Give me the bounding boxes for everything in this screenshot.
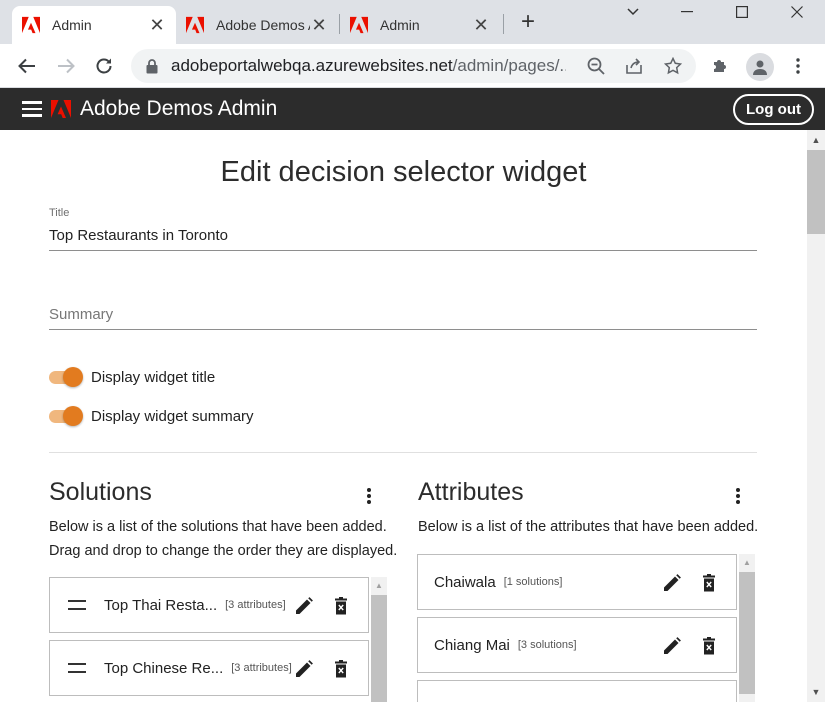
solutions-more-icon[interactable] <box>359 486 379 506</box>
browser-toolbar: adobeportalwebqa.azurewebsites.net/admin… <box>0 44 825 88</box>
solution-attribute-count: [3 attributes] <box>231 662 292 674</box>
edit-pencil-icon[interactable] <box>661 572 683 594</box>
title-field-value[interactable]: Top Restaurants in Toronto <box>49 227 757 250</box>
attribute-solution-count: [3 solutions] <box>517 639 577 651</box>
back-arrow-icon[interactable] <box>13 52 41 80</box>
delete-trash-icon[interactable] <box>698 635 720 657</box>
solution-name: Top Chinese Re... <box>104 659 224 677</box>
browser-tab-bar: Admin ✕ Adobe Demos Admin ✕ Admin ✕ + <box>0 0 825 44</box>
attributes-list-scroll-thumb[interactable] <box>739 572 755 694</box>
solution-attribute-count: [3 attributes] <box>225 599 286 611</box>
attribute-card[interactable]: Chaiwala [1 solutions] <box>417 554 737 610</box>
maximize-button[interactable] <box>719 0 765 24</box>
url-text[interactable]: adobeportalwebqa.azurewebsites.net/admin… <box>171 56 566 76</box>
address-bar[interactable]: adobeportalwebqa.azurewebsites.net/admin… <box>131 49 696 83</box>
attribute-card[interactable] <box>417 680 737 702</box>
solutions-list-scroll-thumb[interactable] <box>371 595 387 702</box>
drag-handle-icon[interactable] <box>68 663 86 673</box>
display-title-label: Display widget title <box>91 368 216 386</box>
browser-tab-2[interactable]: Adobe Demos Admin ✕ <box>176 6 338 44</box>
close-icon[interactable]: ✕ <box>472 15 490 36</box>
delete-trash-icon[interactable] <box>698 572 720 594</box>
attribute-solution-count: [1 solutions] <box>503 576 563 588</box>
star-icon[interactable] <box>660 53 686 79</box>
solutions-title: Solutions <box>49 478 152 506</box>
solutions-list[interactable]: Top Thai Resta... [3 attributes] Top Chi… <box>49 577 389 702</box>
solutions-description-line-2: Drag and drop to change the order they a… <box>49 543 398 559</box>
page-content: Edit decision selector widget Title Top … <box>0 130 807 702</box>
close-icon[interactable]: ✕ <box>310 15 328 36</box>
tab-title: Adobe Demos Admin <box>216 17 310 33</box>
solution-card[interactable]: Top Chinese Re... [3 attributes] <box>49 640 369 696</box>
solution-name: Top Thai Resta... <box>104 596 218 614</box>
section-divider <box>49 452 757 453</box>
page-scroll-thumb[interactable] <box>807 150 825 234</box>
edit-pencil-icon[interactable] <box>661 635 683 657</box>
hamburger-menu-icon[interactable] <box>22 101 42 117</box>
scroll-down-arrow-icon[interactable]: ▼ <box>807 684 825 700</box>
title-field-label: Title <box>49 207 70 219</box>
edit-pencil-icon[interactable] <box>293 658 315 680</box>
minimize-button[interactable] <box>664 0 710 24</box>
title-field[interactable]: Top Restaurants in Toronto <box>49 227 757 251</box>
close-icon[interactable]: ✕ <box>148 15 166 36</box>
app-header: Adobe Demos Admin Log out <box>0 88 825 130</box>
url-host: adobeportalwebqa.azurewebsites.net <box>171 56 453 75</box>
extensions-puzzle-icon[interactable] <box>706 52 734 80</box>
attribute-name: Chaiwala <box>434 573 496 591</box>
profile-avatar-icon[interactable] <box>746 53 774 81</box>
lock-icon[interactable] <box>145 58 159 74</box>
adobe-logo-icon <box>186 16 204 34</box>
browser-tab-3[interactable]: Admin ✕ <box>340 6 500 44</box>
share-icon[interactable] <box>621 53 647 79</box>
edit-pencil-icon[interactable] <box>293 595 315 617</box>
solutions-description: Below is a list of the solutions that ha… <box>49 515 399 563</box>
browser-tab-1[interactable]: Admin ✕ <box>12 6 176 44</box>
display-summary-toggle[interactable] <box>49 406 83 426</box>
display-title-toggle[interactable] <box>49 367 83 387</box>
attributes-list[interactable]: Chaiwala [1 solutions] Chiang Mai [3 sol… <box>417 554 757 702</box>
new-tab-button[interactable]: + <box>514 8 542 36</box>
solutions-description-line-1: Below is a list of the solutions that ha… <box>49 519 387 535</box>
browser-menu-icon[interactable] <box>784 52 812 80</box>
solution-card[interactable]: Top Thai Resta... [3 attributes] <box>49 577 369 633</box>
close-window-button[interactable] <box>774 0 820 24</box>
tab-search-icon[interactable] <box>610 0 656 24</box>
summary-field-placeholder[interactable]: Summary <box>49 306 757 329</box>
reload-icon[interactable] <box>90 52 118 80</box>
display-summary-toggle-row[interactable]: Display widget summary <box>49 406 254 426</box>
forward-arrow-icon[interactable] <box>52 52 80 80</box>
attributes-more-icon[interactable] <box>728 486 748 506</box>
scroll-up-arrow-icon[interactable]: ▲ <box>371 577 387 593</box>
attributes-title: Attributes <box>418 478 524 506</box>
scroll-up-arrow-icon[interactable]: ▲ <box>807 132 825 148</box>
display-summary-label: Display widget summary <box>91 407 254 425</box>
summary-field[interactable]: Summary <box>49 306 757 330</box>
delete-trash-icon[interactable] <box>330 595 352 617</box>
adobe-logo-icon <box>350 16 368 34</box>
display-title-toggle-row[interactable]: Display widget title <box>49 367 215 387</box>
app-title: Adobe Demos Admin <box>80 97 278 120</box>
delete-trash-icon[interactable] <box>330 658 352 680</box>
tab-title: Admin <box>380 17 420 33</box>
scroll-up-arrow-icon[interactable]: ▲ <box>739 554 755 570</box>
tab-title: Admin <box>52 17 92 33</box>
attributes-description: Below is a list of the attributes that h… <box>418 519 759 535</box>
attribute-card[interactable]: Chiang Mai [3 solutions] <box>417 617 737 673</box>
tab-separator <box>503 14 504 34</box>
page-title: Edit decision selector widget <box>220 156 587 188</box>
adobe-logo-icon <box>22 16 40 34</box>
drag-handle-icon[interactable] <box>68 600 86 610</box>
zoom-icon[interactable] <box>583 53 609 79</box>
logout-button[interactable]: Log out <box>733 94 814 125</box>
url-path: /admin/pages/... <box>452 56 566 75</box>
adobe-logo-icon <box>51 100 71 118</box>
attribute-name: Chiang Mai <box>434 636 510 654</box>
